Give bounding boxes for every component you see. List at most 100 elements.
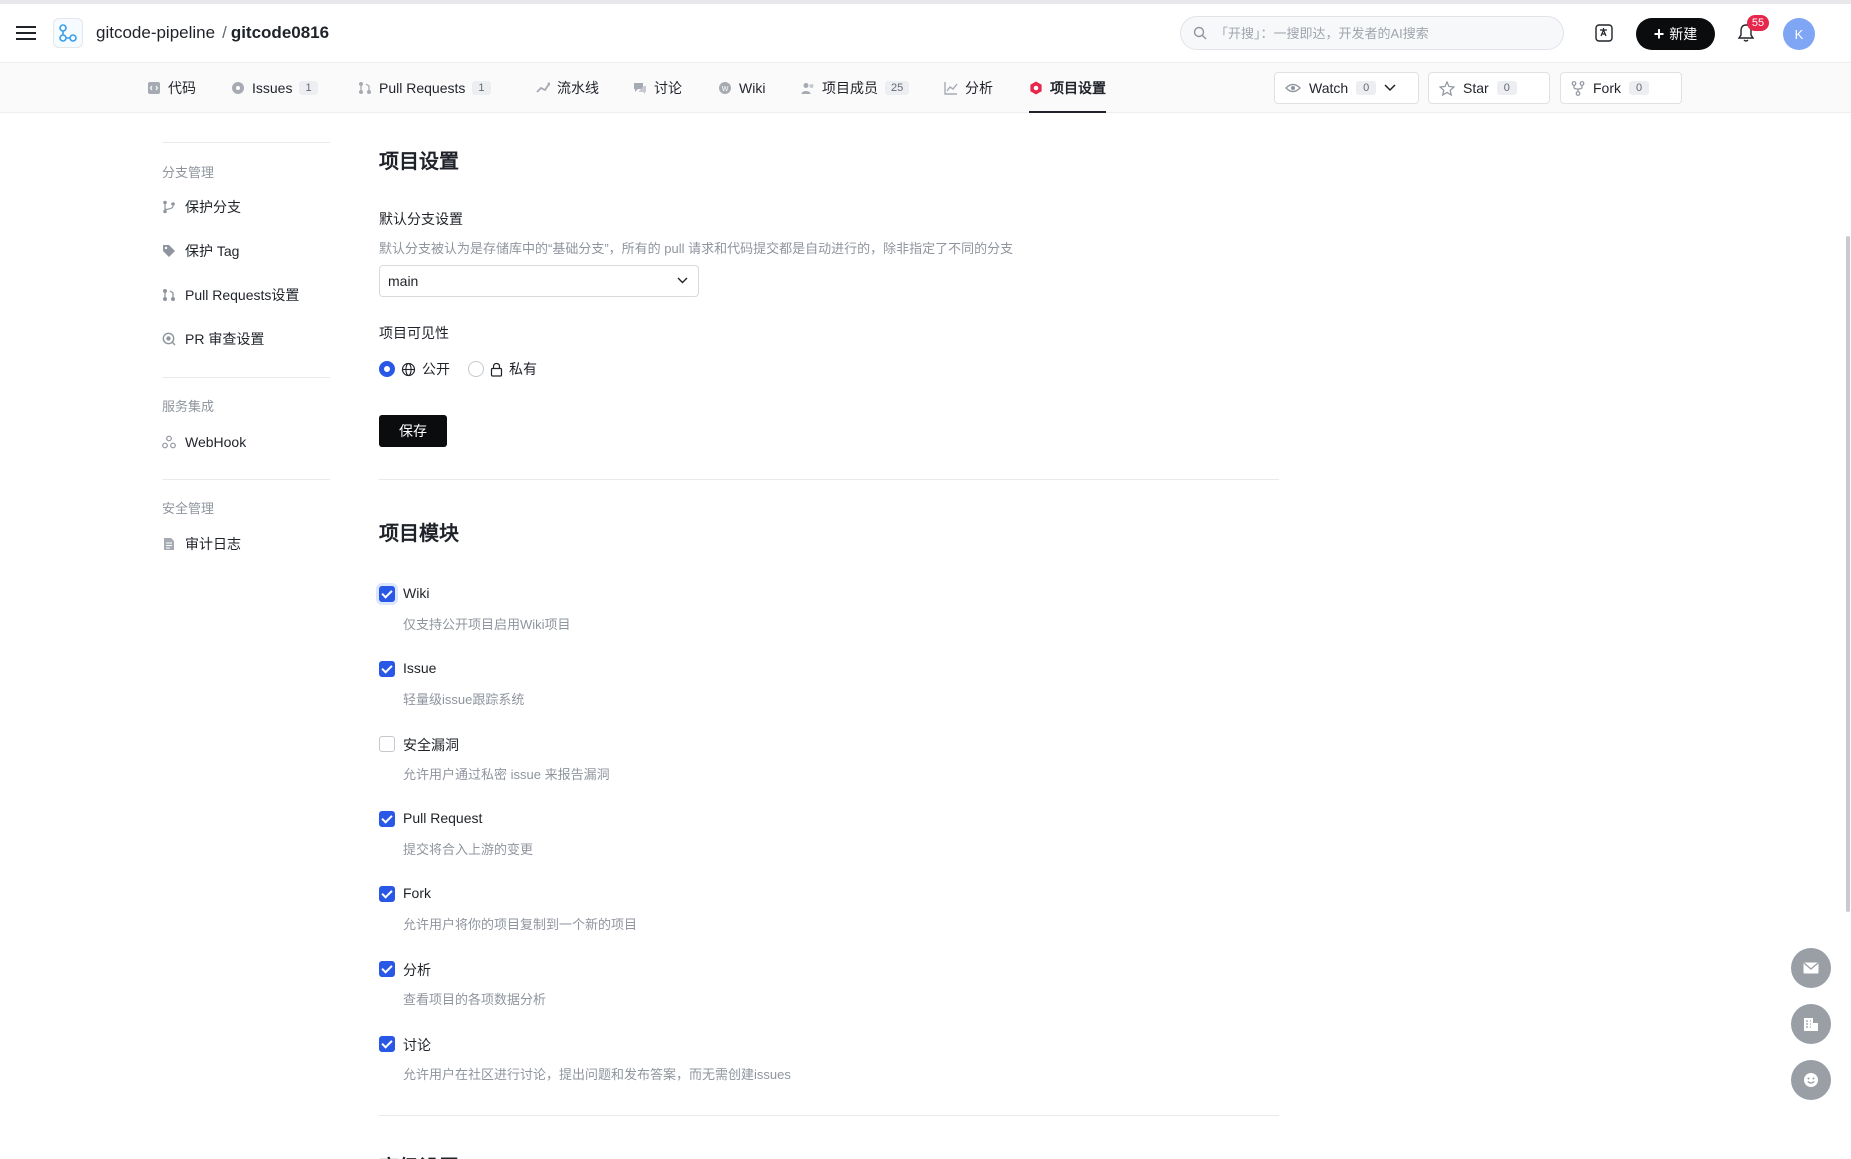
tab-label: 流水线 xyxy=(557,80,599,96)
module-name: Issue xyxy=(403,660,437,676)
fork-button[interactable]: Fork 0 xyxy=(1560,72,1682,104)
repo-name-link[interactable]: gitcode0816 xyxy=(231,23,329,42)
hamburger-menu-icon[interactable] xyxy=(15,22,37,44)
floating-building-button[interactable] xyxy=(1791,1004,1831,1044)
module-security-checkbox[interactable] xyxy=(379,736,395,752)
tab-count: 25 xyxy=(885,81,910,95)
discussion-icon xyxy=(634,83,646,94)
visibility-public-label: 公开 xyxy=(422,361,450,377)
sidebar-item-audit-log[interactable]: 审计日志 xyxy=(162,530,241,558)
new-button-label: 新建 xyxy=(1669,26,1698,42)
star-label: Star xyxy=(1463,80,1489,96)
chevron-down-icon[interactable] xyxy=(1384,84,1396,92)
star-icon xyxy=(1439,80,1455,96)
module-issue-checkbox[interactable] xyxy=(379,661,395,677)
section-divider xyxy=(379,1115,1279,1116)
visibility-public-radio[interactable]: 公开 xyxy=(379,359,450,379)
sidebar-divider xyxy=(162,377,330,378)
tab-discussion[interactable]: 讨论 xyxy=(633,63,682,113)
module-description: 仅支持公开项目启用Wiki项目 xyxy=(403,617,571,632)
search-icon xyxy=(1193,26,1207,40)
section-title-project-settings: 项目设置 xyxy=(379,151,459,173)
page-scrollbar-thumb[interactable] xyxy=(1846,236,1850,912)
module-discussion-checkbox[interactable] xyxy=(379,1036,395,1052)
radio-dot[interactable] xyxy=(468,361,484,377)
breadcrumb-separator: / xyxy=(222,23,227,42)
module-wiki-checkbox[interactable] xyxy=(379,586,395,602)
document-icon xyxy=(164,538,174,550)
repo-logo-icon xyxy=(59,24,77,42)
sidebar-item-label: 审计日志 xyxy=(185,536,241,552)
fork-icon xyxy=(1571,80,1585,96)
tab-analysis[interactable]: 分析 xyxy=(944,63,993,113)
sidebar-item-pull-request-settings[interactable]: Pull Requests设置 xyxy=(162,281,299,309)
radio-dot-selected[interactable] xyxy=(379,361,395,377)
wiki-icon: W xyxy=(719,82,731,94)
default-branch-select[interactable]: main xyxy=(379,265,699,297)
module-description: 提交将合入上游的变更 xyxy=(403,842,534,857)
sidebar-item-protected-tag[interactable]: 保护 Tag xyxy=(162,237,239,265)
sidebar-item-label: Pull Requests设置 xyxy=(185,287,300,303)
module-name: Wiki xyxy=(403,585,430,601)
tab-label: 代码 xyxy=(168,80,196,96)
sidebar-group-title: 服务集成 xyxy=(162,399,215,414)
chart-icon xyxy=(944,82,958,95)
lock-icon xyxy=(490,362,503,377)
eye-icon xyxy=(1285,83,1301,93)
sidebar-divider xyxy=(162,142,330,143)
search-input[interactable] xyxy=(1215,18,1555,48)
tab-pipeline[interactable]: 流水线 xyxy=(536,63,599,113)
section-title-advanced-settings: 高级设置 xyxy=(379,1151,459,1159)
smile-icon xyxy=(1804,1073,1818,1087)
star-count: 0 xyxy=(1496,81,1517,95)
issue-icon xyxy=(232,82,244,94)
visibility-radio-group: 公开 私有 xyxy=(379,359,537,379)
user-avatar[interactable]: K xyxy=(1783,18,1815,50)
sidebar-item-pr-review-settings[interactable]: PR 审查设置 xyxy=(162,325,264,353)
floating-mail-button[interactable] xyxy=(1791,948,1831,988)
module-description: 允许用户在社区进行讨论，提出问题和发布答案，而无需创建issues xyxy=(403,1067,791,1082)
tab-code[interactable]: 代码 xyxy=(147,63,196,113)
visibility-private-radio[interactable]: 私有 xyxy=(468,359,537,379)
sidebar-group-title: 分支管理 xyxy=(162,165,215,180)
module-fork-checkbox[interactable] xyxy=(379,886,395,902)
tab-pull-requests[interactable]: Pull Requests 1 xyxy=(358,63,491,113)
notification-count-badge: 55 xyxy=(1747,15,1769,31)
translate-icon[interactable] xyxy=(1593,22,1615,44)
sidebar-item-label: 保护分支 xyxy=(185,199,241,215)
sidebar-item-webhook[interactable]: WebHook xyxy=(162,428,246,456)
tab-wiki[interactable]: W Wiki xyxy=(718,63,765,113)
floating-feedback-button[interactable] xyxy=(1791,1060,1831,1100)
save-button[interactable]: 保存 xyxy=(379,415,447,447)
module-analysis-checkbox[interactable] xyxy=(379,961,395,977)
tab-label: 项目成员 xyxy=(822,80,878,96)
section-title-project-modules: 项目模块 xyxy=(379,523,459,545)
globe-icon xyxy=(401,362,416,376)
tab-label: Issues xyxy=(252,80,293,96)
mail-icon xyxy=(1803,962,1819,974)
repo-logo[interactable] xyxy=(53,18,83,48)
visibility-label: 项目可见性 xyxy=(379,325,449,341)
members-icon xyxy=(801,83,814,94)
new-button[interactable]: + 新建 xyxy=(1636,18,1715,50)
watch-button[interactable]: Watch 0 xyxy=(1274,72,1419,104)
tab-label: 项目设置 xyxy=(1050,80,1106,96)
sidebar-item-protected-branch[interactable]: 保护分支 xyxy=(162,193,241,221)
sidebar-item-label: 保护 Tag xyxy=(185,243,240,259)
tab-label: Pull Requests xyxy=(379,80,466,96)
tab-count: 1 xyxy=(299,81,318,95)
watch-label: Watch xyxy=(1309,80,1349,96)
star-button[interactable]: Star 0 xyxy=(1428,72,1550,104)
tab-issues[interactable]: Issues 1 xyxy=(231,63,318,113)
global-search[interactable] xyxy=(1180,16,1564,50)
repo-owner-link[interactable]: gitcode-pipeline xyxy=(96,23,215,42)
module-description: 查看项目的各项数据分析 xyxy=(403,992,547,1007)
settings-icon xyxy=(1030,81,1042,95)
tab-settings[interactable]: 项目设置 xyxy=(1029,63,1106,113)
module-pull-request-checkbox[interactable] xyxy=(379,811,395,827)
fork-label: Fork xyxy=(1593,80,1621,96)
tab-members[interactable]: 项目成员 25 xyxy=(801,63,910,113)
watch-count: 0 xyxy=(1356,81,1377,95)
tag-icon xyxy=(163,245,175,257)
pull-request-icon xyxy=(163,289,175,301)
